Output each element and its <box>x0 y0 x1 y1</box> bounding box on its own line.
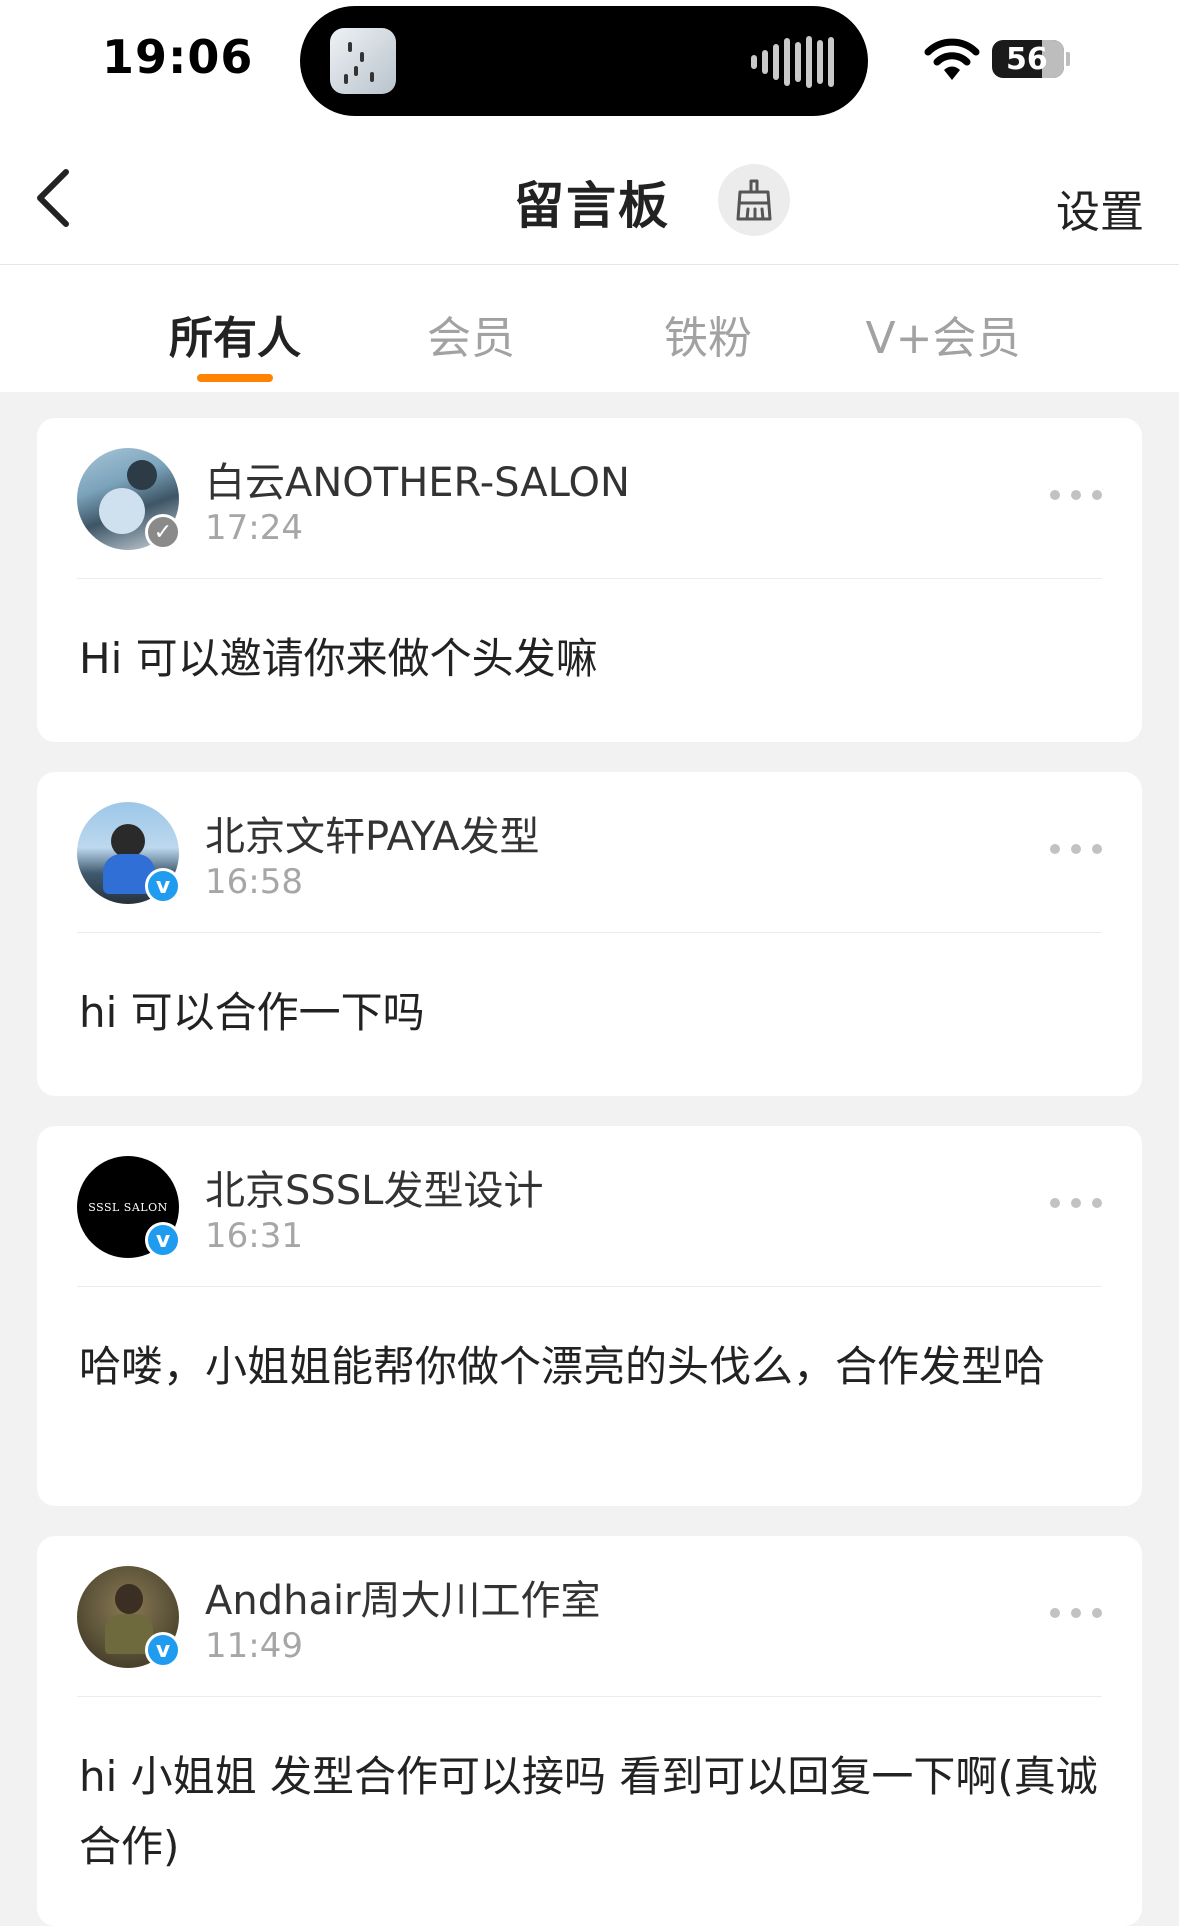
settings-button[interactable]: 设置 <box>1056 176 1144 240</box>
active-tab-indicator <box>197 374 273 382</box>
message-time: 11:49 <box>205 1626 303 1666</box>
card-divider <box>77 1286 1102 1287</box>
header-area: 19:06 56 留言板 设置 所有人 会员 铁粉 V+会员 <box>0 0 1179 392</box>
sender-name[interactable]: 北京文轩PAYA发型 <box>205 804 540 862</box>
more-options-icon[interactable] <box>1050 842 1102 856</box>
page-title: 留言板 <box>514 177 670 235</box>
battery-level: 56 <box>1006 41 1048 77</box>
card-divider <box>77 1696 1102 1697</box>
sender-name[interactable]: 白云ANOTHER-SALON <box>205 450 630 508</box>
more-options-icon[interactable] <box>1050 488 1102 502</box>
tab-members[interactable]: 会员 <box>427 302 515 366</box>
verified-badge: v <box>145 1222 181 1258</box>
now-playing-thumbnail <box>330 28 396 94</box>
more-options-icon[interactable] <box>1050 1606 1102 1620</box>
sender-name[interactable]: 北京SSSL发型设计 <box>205 1158 543 1216</box>
verified-badge: v <box>145 1632 181 1668</box>
back-chevron-icon[interactable] <box>26 160 86 236</box>
card-divider <box>77 932 1102 933</box>
message-card[interactable]: v 北京文轩PAYA发型 16:58 hi 可以合作一下吗 <box>37 772 1142 1096</box>
message-text: 哈喽，小姐姐能帮你做个漂亮的头伐么，合作发型哈 <box>79 1342 1046 1391</box>
tab-everyone[interactable]: 所有人 <box>169 302 301 366</box>
broom-icon <box>736 179 772 221</box>
message-text: hi 小姐姐 发型合作可以接吗 看到可以回复一下啊(真诚合作) <box>79 1752 1098 1871</box>
message-card[interactable]: v Andhair周大川工作室 11:49 hi 小姐姐 发型合作可以接吗 看到… <box>37 1536 1142 1926</box>
message-time: 16:58 <box>205 862 303 902</box>
battery-indicator: 56 <box>992 40 1064 78</box>
tab-true-fans[interactable]: 铁粉 <box>664 302 752 366</box>
verified-badge: v <box>145 868 181 904</box>
status-time: 19:06 <box>102 30 254 84</box>
message-time: 16:31 <box>205 1216 303 1256</box>
message-card[interactable]: ✓ 白云ANOTHER-SALON 17:24 Hi 可以邀请你来做个头发嘛 <box>37 418 1142 742</box>
sender-name[interactable]: Andhair周大川工作室 <box>205 1568 601 1626</box>
wifi-icon <box>924 38 980 80</box>
message-text: hi 可以合作一下吗 <box>79 988 425 1037</box>
tab-vplus-members[interactable]: V+会员 <box>866 302 1021 366</box>
nav-divider <box>0 264 1179 265</box>
audio-waveform-icon <box>751 36 834 88</box>
card-divider <box>77 578 1102 579</box>
clear-messages-button[interactable] <box>718 164 790 236</box>
dynamic-island[interactable] <box>300 6 868 116</box>
message-text: Hi 可以邀请你来做个头发嘛 <box>79 634 598 683</box>
message-card[interactable]: SSSL SALON v 北京SSSL发型设计 16:31 哈喽，小姐姐能帮你做… <box>37 1126 1142 1506</box>
more-options-icon[interactable] <box>1050 1196 1102 1210</box>
battery-tip <box>1066 52 1070 66</box>
avatar-logo-text: SSSL SALON <box>88 1200 168 1214</box>
message-time: 17:24 <box>205 508 303 548</box>
verified-badge: ✓ <box>145 514 181 550</box>
